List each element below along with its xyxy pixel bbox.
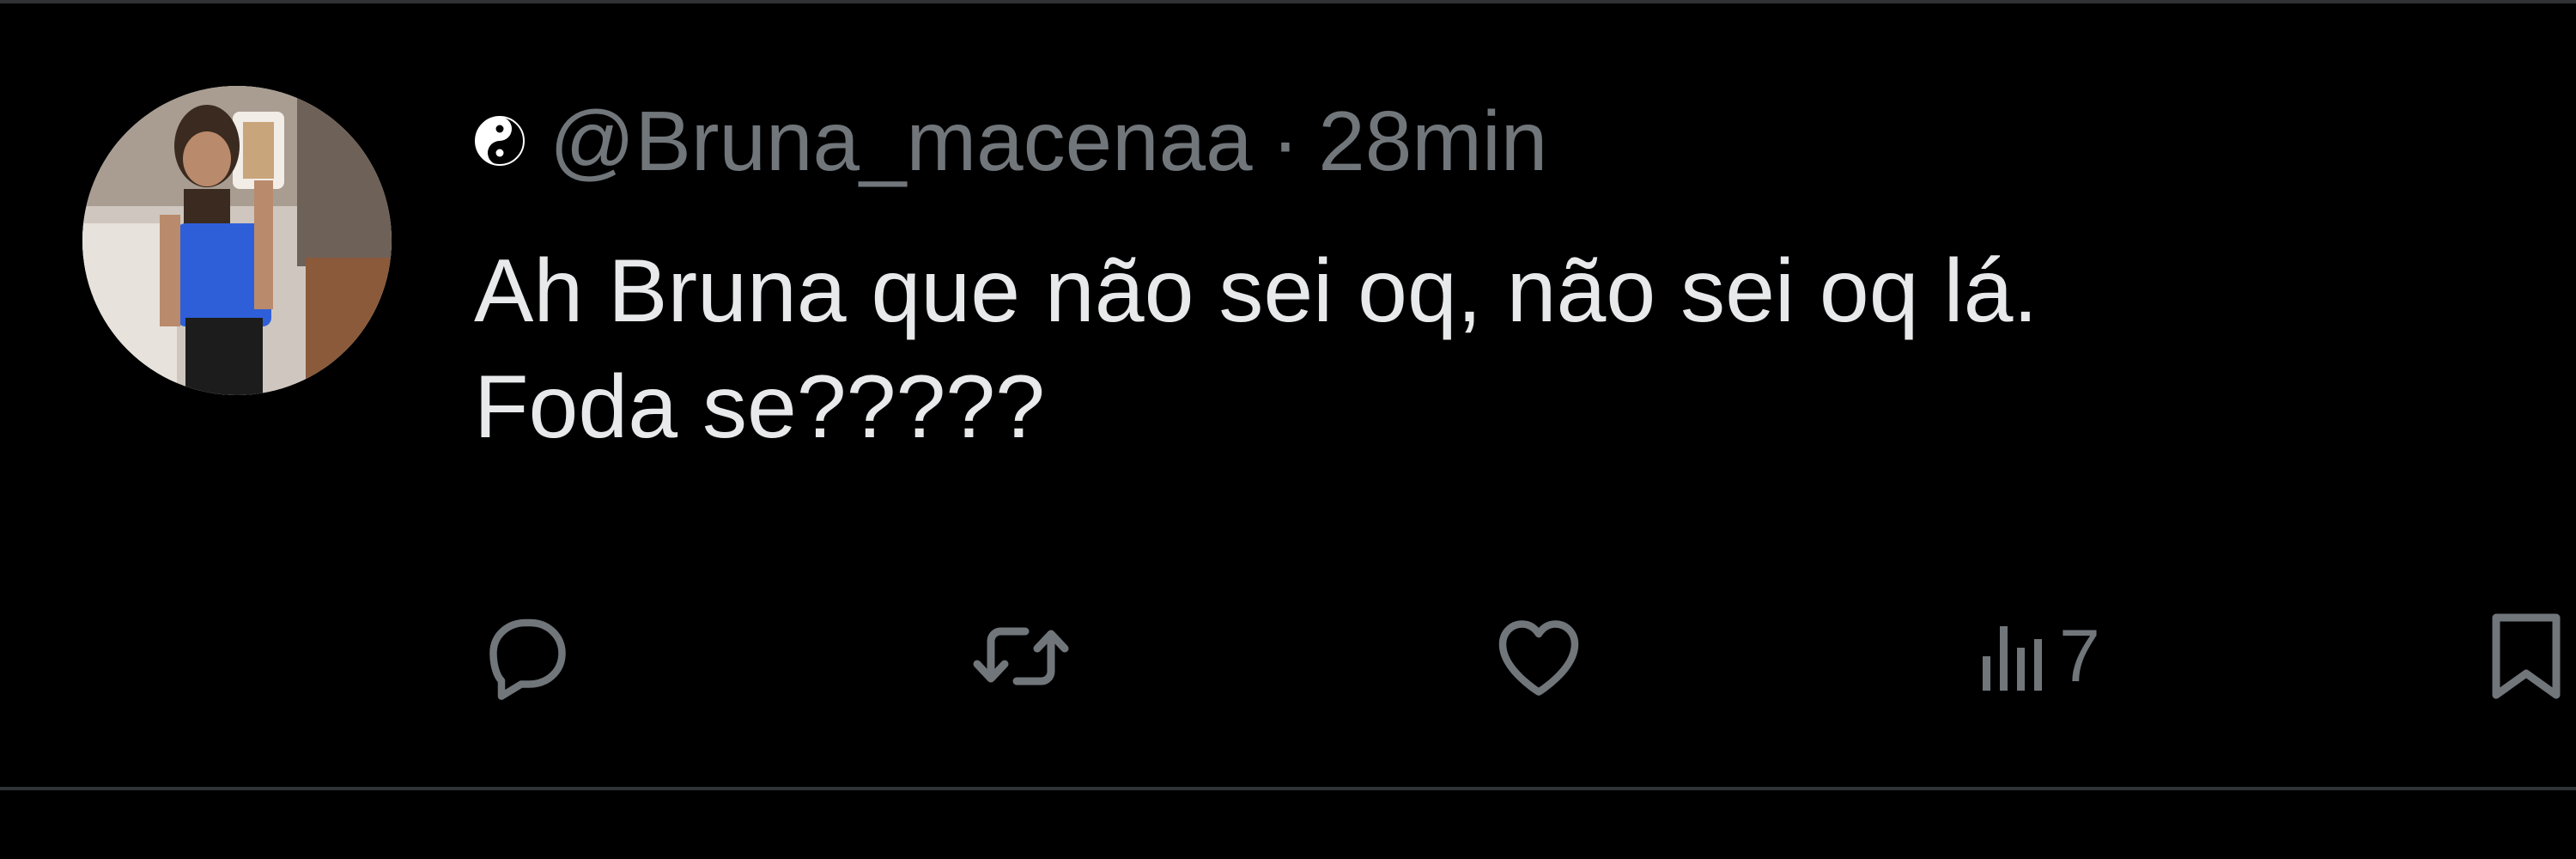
avatar[interactable] bbox=[82, 86, 392, 395]
avatar-image bbox=[82, 86, 392, 395]
views-button[interactable]: 7 bbox=[1978, 605, 2100, 708]
reply-button[interactable] bbox=[474, 605, 577, 708]
tweet-header: @Bruna_macenaa · 28min bbox=[474, 89, 1547, 192]
tweet-text-line: Foda se????? bbox=[474, 357, 1045, 458]
views-count: 7 bbox=[2059, 615, 2100, 698]
bookmark-icon bbox=[2492, 613, 2561, 699]
yin-yang-icon bbox=[474, 115, 526, 167]
action-bar: 7 bbox=[474, 605, 2569, 708]
reply-icon bbox=[489, 618, 566, 700]
user-handle[interactable]: @Bruna_macenaa bbox=[550, 99, 1253, 183]
tweet[interactable]: @Bruna_macenaa · 28min Ah Bruna que não … bbox=[0, 3, 2576, 787]
bottom-divider bbox=[0, 787, 2576, 790]
header-separator: · bbox=[1271, 94, 1300, 188]
like-button[interactable] bbox=[1487, 605, 1590, 708]
tweet-text-line: Ah Bruna que não sei oq, não sei oq lá. bbox=[474, 241, 2038, 341]
timestamp[interactable]: 28min bbox=[1318, 99, 1547, 183]
bookmark-button[interactable] bbox=[2483, 605, 2569, 708]
tweet-text: Ah Bruna que não sei oq, não sei oq lá. … bbox=[474, 234, 2518, 466]
repost-button[interactable] bbox=[965, 605, 1077, 708]
heart-icon bbox=[1498, 620, 1579, 696]
views-chart-icon bbox=[1983, 626, 2042, 691]
repost-icon bbox=[973, 627, 1069, 685]
